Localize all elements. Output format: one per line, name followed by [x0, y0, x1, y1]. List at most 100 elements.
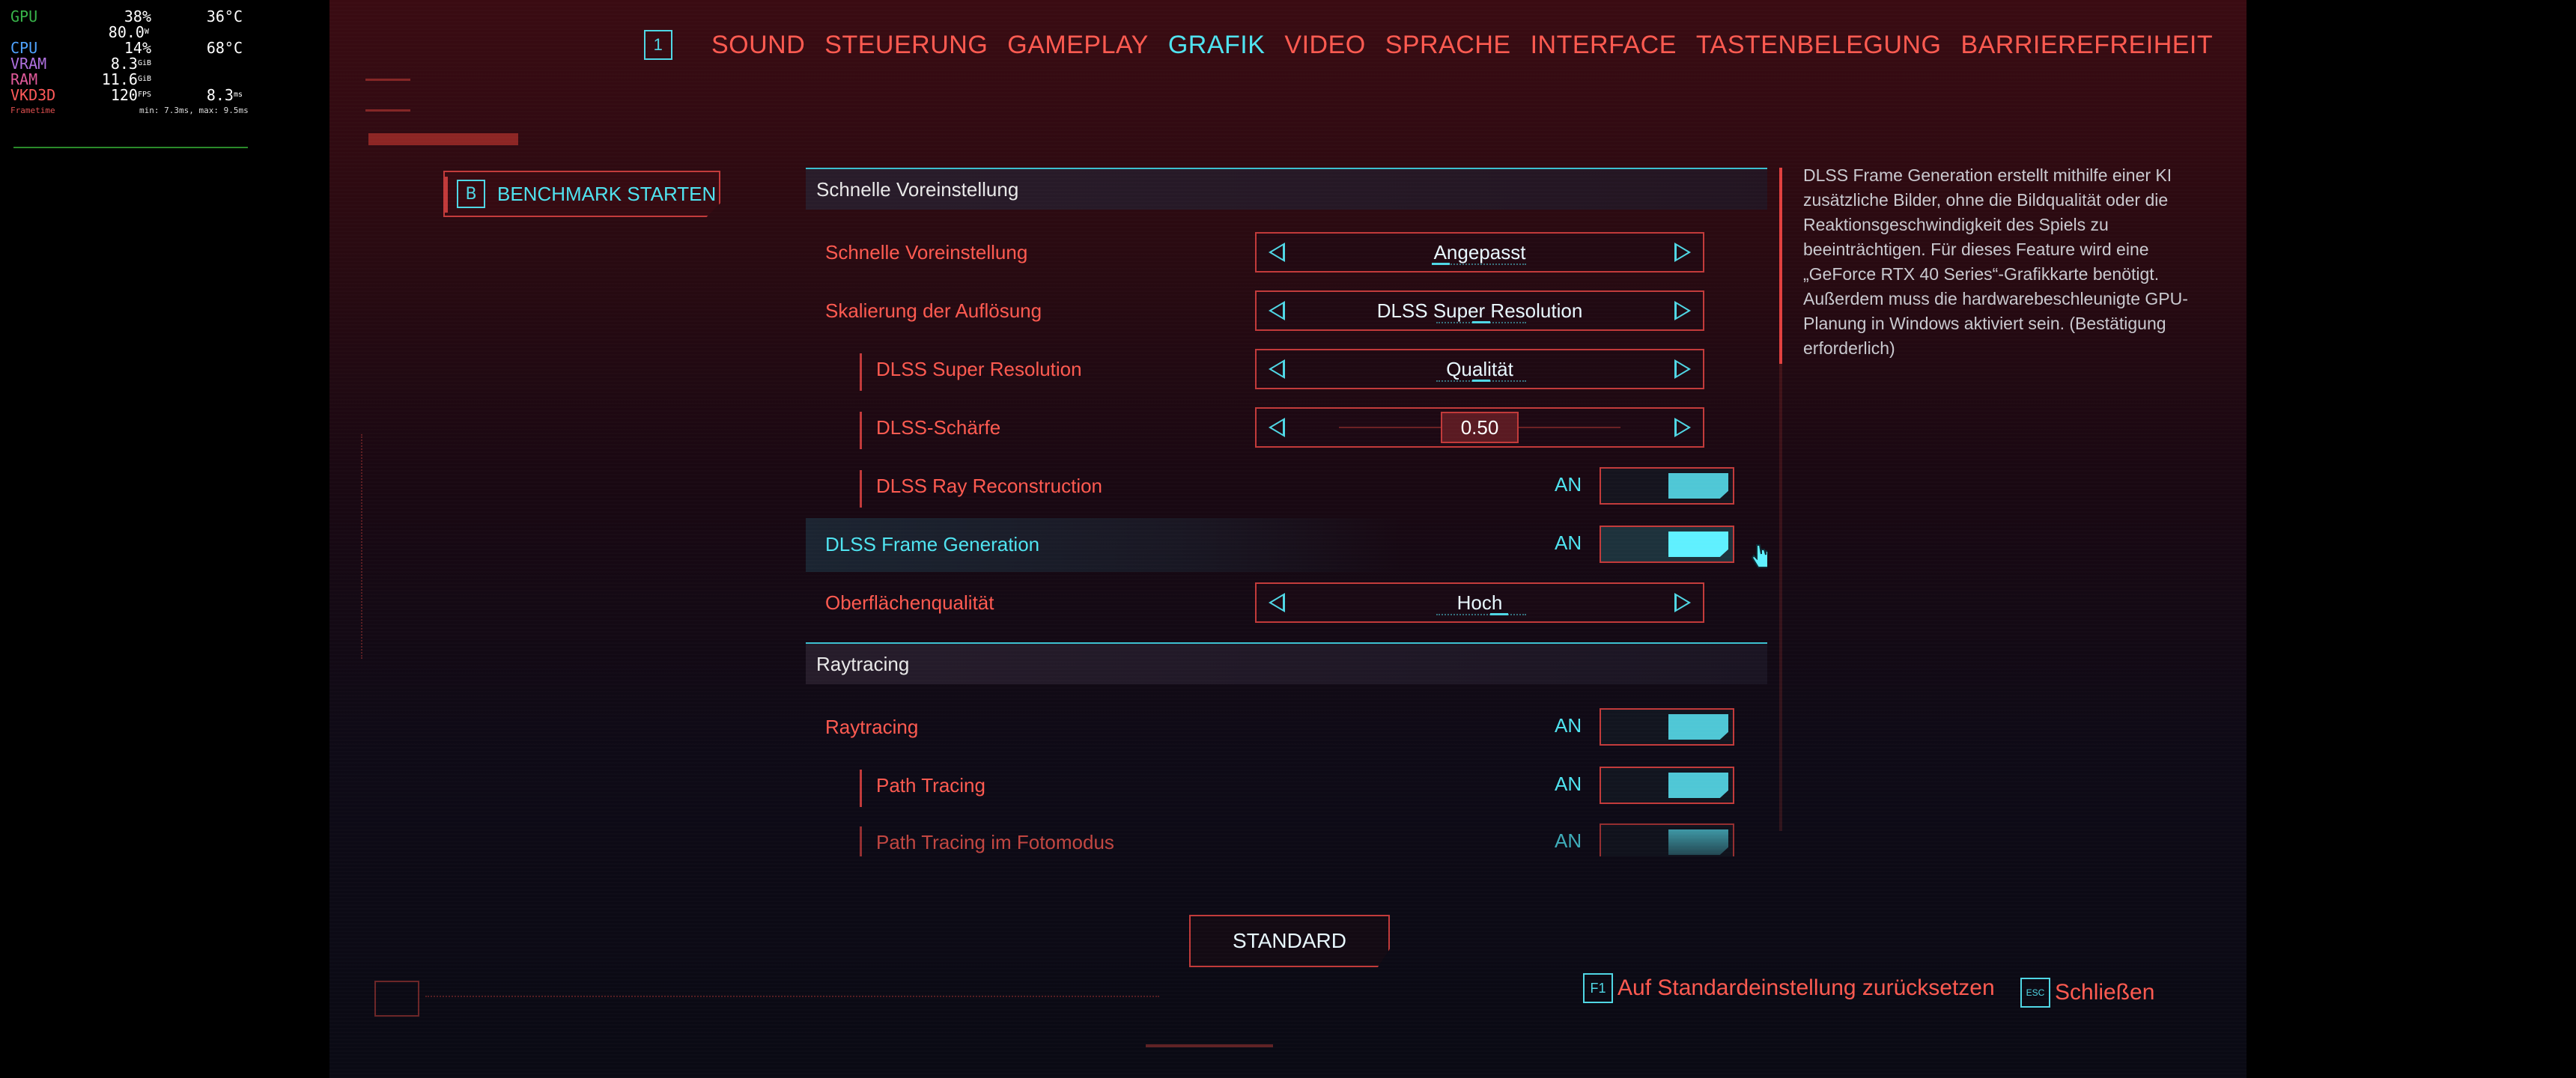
perf-vram-unit: GiB — [137, 59, 151, 67]
decorative-bottom-line — [425, 996, 1159, 999]
perf-fps-value: 120 — [110, 86, 138, 104]
perf-cpu-load: 14% — [124, 39, 151, 57]
toggle-knob — [1668, 829, 1728, 855]
close-key: ESC — [2020, 978, 2050, 1008]
tab-grafik[interactable]: GRAFIK — [1168, 31, 1266, 60]
arrow-left-icon[interactable] — [1269, 243, 1285, 262]
section-quick-preset: Schnelle Voreinstellung — [806, 168, 1767, 210]
tab-barrierefreiheit[interactable]: BARRIEREFREIHEIT — [1960, 31, 2213, 60]
arrow-left-icon[interactable] — [1269, 593, 1285, 612]
toggle-state: AN — [1555, 714, 1582, 737]
section-title: Schnelle Voreinstellung — [816, 178, 1019, 201]
setting-label: Raytracing — [825, 716, 919, 738]
setting-raytracing[interactable]: Raytracing AN — [806, 701, 1767, 755]
perf-frametime-label: Frametime — [10, 106, 55, 115]
reset-key: F1 — [1583, 973, 1613, 1003]
setting-quick-preset[interactable]: Schnelle Voreinstellung Angepasst — [806, 226, 1767, 280]
setting-label: Oberflächenqualität — [825, 591, 994, 614]
tab-tastenbelegung[interactable]: TASTENBELEGUNG — [1696, 31, 1942, 60]
tab-sprache[interactable]: SPRACHE — [1385, 31, 1511, 60]
setting-resolution-scaling[interactable]: Skalierung der Auflösung DLSS Super Reso… — [806, 284, 1767, 338]
setting-label: DLSS Frame Generation — [825, 533, 1040, 555]
arrow-right-icon[interactable] — [1674, 301, 1691, 320]
decorative-vertical-line — [361, 434, 370, 659]
selector-value: Hoch — [1456, 591, 1503, 614]
decorative-bar — [368, 133, 518, 145]
close-label: Schließen — [2055, 980, 2155, 1005]
setting-path-tracing-photo-mode[interactable]: Path Tracing im Fotomodus AN — [806, 816, 1767, 856]
setting-surface-quality[interactable]: Oberflächenqualität Hoch — [806, 576, 1767, 630]
tab-sound[interactable]: SOUND — [711, 31, 805, 60]
section-raytracing: Raytracing — [806, 642, 1767, 684]
benchmark-key: B — [457, 180, 485, 208]
frametime-graph — [13, 147, 248, 148]
perf-gpu-label: GPU — [10, 7, 38, 25]
arrow-left-icon[interactable] — [1269, 301, 1285, 320]
setting-description: DLSS Frame Generation erstellt mithilfe … — [1803, 165, 2188, 358]
arrow-left-icon[interactable] — [1269, 359, 1285, 379]
perf-fps-unit: FPS — [137, 91, 151, 99]
benchmark-label: BENCHMARK STARTEN — [497, 182, 717, 205]
toggle-knob — [1668, 532, 1728, 557]
setting-label: Skalierung der Auflösung — [825, 299, 1042, 322]
perf-gpu-power: 80.0W — [10, 25, 258, 40]
settings-list: Schnelle Voreinstellung Schnelle Voreins… — [806, 168, 1767, 856]
setting-dlss-ray-reconstruction[interactable]: DLSS Ray Reconstruction AN — [806, 460, 1767, 514]
raytracing-toggle[interactable] — [1600, 708, 1734, 746]
perf-frametime-minmax: min: 7.3ms, max: 9.5ms — [139, 106, 249, 115]
nav-prev-key[interactable]: 1 — [644, 30, 672, 60]
close-button[interactable]: ESC Schließen — [2020, 978, 2154, 1008]
option-indicator — [1436, 613, 1526, 616]
standard-button[interactable]: STANDARD — [1189, 915, 1390, 967]
selector-value: Angepasst — [1433, 240, 1526, 264]
perf-frametime: Frametime min: 7.3ms, max: 9.5ms — [10, 103, 258, 115]
perf-gpu-watts-unit: W — [144, 28, 149, 36]
preset-selector[interactable]: Angepasst — [1255, 232, 1704, 272]
path-tracing-toggle[interactable] — [1600, 767, 1734, 804]
perf-vkd3d: VKD3D 120FPS 8.3ms — [10, 88, 258, 103]
perf-gpu-temp: 36°C — [206, 7, 243, 25]
perf-gpu: GPU 38% 36°C — [10, 9, 258, 25]
performance-overlay: GPU 38% 36°C 80.0W CPU 14% 68°C VRAM 8.3… — [10, 9, 258, 115]
reset-defaults-button[interactable]: F1 Auf Standardeinstellung zurücksetzen — [1583, 973, 1995, 1003]
perf-gpu-load: 38% — [124, 7, 151, 25]
perf-frametime-unit: ms — [233, 91, 243, 99]
toggle-knob — [1668, 773, 1728, 798]
option-indicator — [1436, 321, 1526, 324]
dlss-sharpness-slider[interactable]: 0.50 — [1255, 407, 1704, 448]
perf-cpu-label: CPU — [10, 39, 38, 57]
perf-cpu-temp: 68°C — [206, 39, 243, 57]
surface-selector[interactable]: Hoch — [1255, 582, 1704, 623]
dlss-rr-toggle[interactable] — [1600, 467, 1734, 505]
settings-scrollbar[interactable] — [1779, 168, 1782, 831]
slider-handle[interactable]: 0.50 — [1441, 412, 1519, 443]
setting-label: Path Tracing — [876, 774, 985, 797]
path-tracing-photo-toggle[interactable] — [1600, 823, 1734, 856]
arrow-right-icon[interactable] — [1674, 243, 1691, 262]
arrow-left-icon[interactable] — [1269, 418, 1285, 437]
arrow-right-icon[interactable] — [1674, 593, 1691, 612]
toggle-state: AN — [1555, 532, 1582, 554]
tab-gameplay[interactable]: GAMEPLAY — [1007, 31, 1149, 60]
perf-ram-unit: GiB — [137, 75, 151, 83]
dlss-sr-selector[interactable]: Qualität — [1255, 349, 1704, 389]
settings-panel: 1 SOUND STEUERUNG GAMEPLAY GRAFIK VIDEO … — [329, 0, 2247, 1078]
arrow-right-icon[interactable] — [1674, 418, 1691, 437]
scaling-selector[interactable]: DLSS Super Resolution — [1255, 290, 1704, 331]
setting-path-tracing[interactable]: Path Tracing AN — [806, 759, 1767, 813]
tab-video[interactable]: VIDEO — [1284, 31, 1365, 60]
arrow-right-icon[interactable] — [1674, 359, 1691, 379]
perf-vram: VRAM 8.3GiB — [10, 56, 258, 72]
perf-vkd3d-label: VKD3D — [10, 86, 56, 104]
scrollbar-thumb[interactable] — [1779, 168, 1782, 364]
benchmark-button[interactable]: B BENCHMARK STARTEN — [443, 171, 720, 217]
tab-steuerung[interactable]: STEUERUNG — [824, 31, 988, 60]
dlss-fg-toggle[interactable] — [1600, 526, 1734, 563]
setting-dlss-frame-generation[interactable]: DLSS Frame Generation AN — [806, 518, 1767, 572]
perf-vram-label: VRAM — [10, 55, 47, 73]
setting-dlss-sharpness[interactable]: DLSS-Schärfe 0.50 — [806, 401, 1767, 455]
toggle-knob — [1668, 473, 1728, 499]
decorative-badge — [374, 981, 419, 1017]
setting-dlss-super-resolution[interactable]: DLSS Super Resolution Qualität — [806, 343, 1767, 397]
tab-interface[interactable]: INTERFACE — [1531, 31, 1677, 60]
